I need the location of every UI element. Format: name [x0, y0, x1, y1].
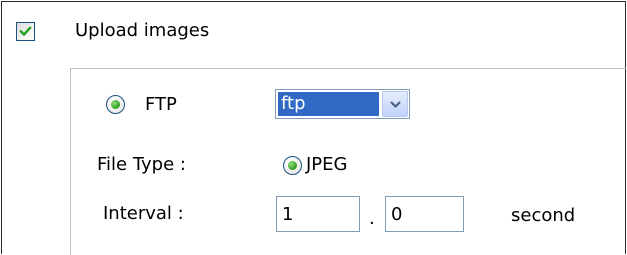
interval-fraction-input[interactable] [385, 196, 464, 232]
ftp-server-select[interactable]: ftp [275, 89, 410, 119]
decimal-separator: . [369, 208, 375, 229]
upload-images-label: Upload images [75, 20, 210, 41]
checkmark-icon [19, 26, 32, 37]
ftp-label: FTP [145, 94, 177, 115]
upload-images-checkbox[interactable] [16, 22, 35, 41]
interval-unit-label: second [511, 205, 576, 226]
ftp-select-value: ftp [278, 92, 379, 116]
chevron-down-icon [390, 101, 401, 109]
ftp-radio[interactable] [106, 95, 125, 114]
interval-label: Interval : [103, 203, 184, 224]
interval-seconds-input[interactable] [276, 196, 360, 232]
file-type-label: File Type : [97, 154, 186, 175]
radio-selected-dot [288, 161, 297, 170]
dropdown-button[interactable] [382, 91, 408, 117]
jpeg-label: JPEG [306, 154, 348, 175]
jpeg-radio[interactable] [283, 156, 302, 175]
radio-selected-dot [111, 100, 120, 109]
